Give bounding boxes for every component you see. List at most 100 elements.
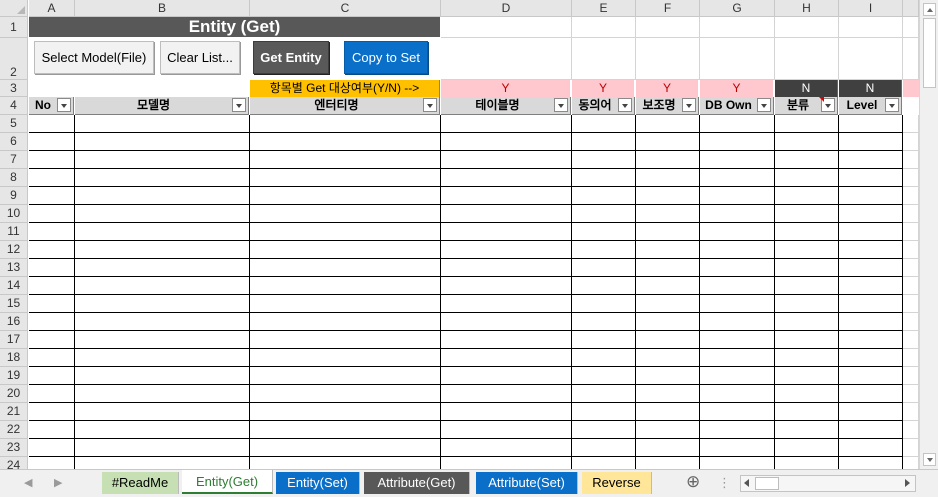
cell[interactable] bbox=[839, 295, 903, 313]
cell[interactable] bbox=[903, 38, 919, 80]
cell[interactable] bbox=[250, 349, 441, 367]
cell[interactable] bbox=[775, 169, 839, 187]
cell[interactable] bbox=[700, 349, 775, 367]
cell[interactable] bbox=[636, 313, 700, 331]
cell[interactable] bbox=[839, 367, 903, 385]
cell[interactable] bbox=[636, 385, 700, 403]
row-header-23[interactable]: 23 bbox=[0, 439, 28, 457]
cell[interactable] bbox=[775, 133, 839, 151]
cell[interactable] bbox=[903, 133, 919, 151]
cell[interactable] bbox=[700, 205, 775, 223]
cell[interactable] bbox=[250, 259, 441, 277]
cell[interactable] bbox=[75, 349, 250, 367]
cell[interactable] bbox=[700, 241, 775, 259]
cell[interactable] bbox=[250, 439, 441, 457]
cell[interactable] bbox=[441, 259, 572, 277]
cell[interactable] bbox=[250, 133, 441, 151]
cell[interactable] bbox=[441, 133, 572, 151]
cell[interactable] bbox=[775, 349, 839, 367]
cell[interactable] bbox=[75, 187, 250, 205]
cell[interactable] bbox=[441, 313, 572, 331]
cell[interactable] bbox=[75, 115, 250, 133]
vertical-scrollbar[interactable] bbox=[919, 0, 938, 470]
cell[interactable] bbox=[572, 421, 636, 439]
cell[interactable] bbox=[839, 259, 903, 277]
flag-synonym[interactable]: Y bbox=[572, 80, 635, 97]
cell[interactable] bbox=[775, 223, 839, 241]
cell[interactable] bbox=[75, 367, 250, 385]
cell[interactable] bbox=[839, 169, 903, 187]
cell[interactable] bbox=[29, 439, 75, 457]
cell[interactable] bbox=[441, 367, 572, 385]
cell[interactable] bbox=[75, 223, 250, 241]
cell[interactable] bbox=[572, 295, 636, 313]
cell[interactable] bbox=[636, 17, 700, 38]
cell[interactable] bbox=[441, 187, 572, 205]
row-header-6[interactable]: 6 bbox=[0, 133, 28, 151]
cell[interactable] bbox=[29, 205, 75, 223]
cell[interactable] bbox=[775, 331, 839, 349]
cell[interactable] bbox=[903, 349, 919, 367]
column-header-b[interactable]: B bbox=[75, 0, 250, 17]
cell[interactable] bbox=[572, 151, 636, 169]
cell[interactable] bbox=[29, 331, 75, 349]
cell[interactable] bbox=[636, 223, 700, 241]
row-header-15[interactable]: 15 bbox=[0, 295, 28, 313]
cell[interactable] bbox=[572, 385, 636, 403]
cell[interactable] bbox=[903, 295, 919, 313]
row-header-17[interactable]: 17 bbox=[0, 331, 28, 349]
column-header-a[interactable]: A bbox=[29, 0, 75, 17]
column-header-i[interactable]: I bbox=[839, 0, 903, 17]
cell[interactable] bbox=[441, 38, 572, 80]
cell[interactable] bbox=[250, 151, 441, 169]
cell[interactable] bbox=[903, 187, 919, 205]
flag-level[interactable]: N bbox=[839, 80, 902, 97]
cell[interactable] bbox=[775, 367, 839, 385]
cell[interactable] bbox=[75, 403, 250, 421]
cell[interactable] bbox=[441, 277, 572, 295]
cell[interactable] bbox=[700, 223, 775, 241]
cell[interactable] bbox=[29, 241, 75, 259]
cell[interactable] bbox=[29, 187, 75, 205]
cell[interactable] bbox=[441, 241, 572, 259]
cell[interactable] bbox=[839, 277, 903, 295]
cell[interactable] bbox=[775, 403, 839, 421]
cell[interactable] bbox=[250, 223, 441, 241]
column-header-f[interactable]: F bbox=[636, 0, 700, 17]
more-options-icon[interactable]: ⋮ bbox=[718, 475, 731, 491]
cell[interactable] bbox=[572, 38, 636, 80]
filter-dropdown-icon[interactable] bbox=[423, 98, 437, 112]
cell[interactable] bbox=[572, 241, 636, 259]
cell[interactable] bbox=[29, 169, 75, 187]
cell[interactable] bbox=[572, 313, 636, 331]
cell[interactable] bbox=[441, 205, 572, 223]
cell[interactable] bbox=[700, 439, 775, 457]
cell[interactable] bbox=[250, 421, 441, 439]
cell[interactable] bbox=[839, 331, 903, 349]
cell[interactable] bbox=[839, 187, 903, 205]
copy-to-set-button[interactable]: Copy to Set bbox=[344, 41, 428, 74]
get-entity-button[interactable]: Get Entity bbox=[253, 41, 329, 74]
filter-dropdown-icon[interactable] bbox=[757, 98, 771, 112]
cell[interactable] bbox=[839, 439, 903, 457]
sheet-tab-2[interactable]: Entity(Set) bbox=[276, 472, 360, 494]
cell[interactable] bbox=[636, 205, 700, 223]
scroll-right-icon[interactable] bbox=[905, 479, 910, 487]
sheet-tab-0[interactable]: #ReadMe bbox=[102, 472, 179, 494]
cell[interactable] bbox=[572, 115, 636, 133]
cell[interactable] bbox=[250, 331, 441, 349]
cell[interactable] bbox=[903, 439, 919, 457]
cell[interactable] bbox=[700, 403, 775, 421]
column-header-e[interactable]: E bbox=[572, 0, 636, 17]
cell[interactable] bbox=[636, 367, 700, 385]
cell[interactable] bbox=[903, 259, 919, 277]
cell[interactable] bbox=[839, 17, 903, 38]
cell[interactable] bbox=[903, 367, 919, 385]
filter-dropdown-icon[interactable] bbox=[554, 98, 568, 112]
scroll-down-icon[interactable] bbox=[923, 453, 936, 466]
cell[interactable] bbox=[572, 205, 636, 223]
row-header-21[interactable]: 21 bbox=[0, 403, 28, 421]
cell[interactable] bbox=[29, 421, 75, 439]
cell[interactable] bbox=[903, 331, 919, 349]
cell[interactable] bbox=[29, 277, 75, 295]
